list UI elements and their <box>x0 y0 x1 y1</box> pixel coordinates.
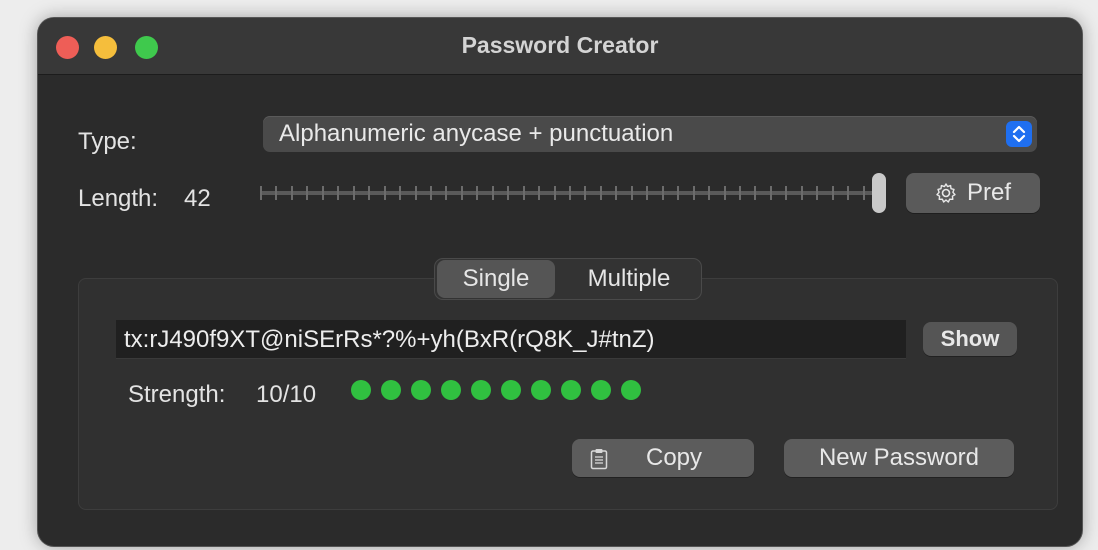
title-bar: Password Creator <box>38 18 1082 75</box>
slider-tick <box>754 186 757 200</box>
slider-tick <box>661 186 664 200</box>
slider-tick <box>399 186 402 200</box>
slider-tick <box>738 186 741 200</box>
slider-tick <box>352 186 355 200</box>
type-select-value: Alphanumeric anycase + punctuation <box>279 120 674 147</box>
slider-tick <box>507 186 510 200</box>
copy-button[interactable]: Copy <box>572 439 754 477</box>
strength-dot <box>471 380 491 400</box>
strength-dot <box>351 380 371 400</box>
slider-tick <box>429 186 432 200</box>
copy-button-label: Copy <box>646 444 703 471</box>
length-slider-ticks <box>260 186 880 200</box>
slider-tick <box>460 186 463 200</box>
strength-label: Strength: <box>128 381 226 408</box>
show-button[interactable]: Show <box>923 322 1017 356</box>
slider-tick <box>368 186 371 200</box>
slider-tick <box>306 186 309 200</box>
strength-dot <box>621 380 641 400</box>
gear-icon <box>936 183 956 203</box>
slider-tick <box>615 186 618 200</box>
slider-tick <box>260 186 262 200</box>
length-slider-knob[interactable] <box>872 173 886 213</box>
password-field[interactable]: tx:rJ490f9XT@niSErRs*?%+yh(BxR(rQ8K_J#tn… <box>116 320 906 359</box>
slider-tick <box>414 186 417 200</box>
slider-tick <box>847 186 850 200</box>
slider-tick <box>522 186 525 200</box>
slider-tick <box>445 186 448 200</box>
password-value: tx:rJ490f9XT@niSErRs*?%+yh(BxR(rQ8K_J#tn… <box>124 326 655 353</box>
pref-button[interactable]: Pref <box>906 173 1040 213</box>
slider-tick <box>383 186 386 200</box>
slider-tick <box>599 186 602 200</box>
tab-single[interactable]: Single <box>437 260 555 298</box>
mode-segmented-control: Single Multiple <box>434 258 702 300</box>
strength-dot <box>531 380 551 400</box>
slider-tick <box>800 186 803 200</box>
strength-dot <box>381 380 401 400</box>
slider-tick <box>337 186 340 200</box>
type-label: Type: <box>78 128 137 155</box>
slider-tick <box>569 186 571 200</box>
slider-tick <box>785 186 788 200</box>
slider-tick <box>862 186 865 200</box>
slider-tick <box>584 186 587 200</box>
pref-button-label: Pref <box>966 179 1011 206</box>
strength-dot <box>561 380 581 400</box>
length-label: Length: <box>78 185 159 212</box>
slider-tick <box>692 186 695 200</box>
slider-tick <box>677 186 680 200</box>
clipboard-icon <box>590 449 608 470</box>
slider-tick <box>816 186 819 200</box>
slider-tick <box>708 186 711 200</box>
slider-tick <box>321 186 324 200</box>
tab-multiple[interactable]: Multiple <box>559 259 699 299</box>
slider-tick <box>723 186 726 200</box>
length-value: 42 <box>184 185 211 212</box>
slider-tick <box>630 186 633 200</box>
slider-tick <box>646 186 649 200</box>
strength-dot <box>441 380 461 400</box>
type-select[interactable]: Alphanumeric anycase + punctuation <box>263 116 1037 152</box>
slider-tick <box>275 186 278 200</box>
slider-tick <box>553 186 556 200</box>
slider-tick <box>769 186 772 200</box>
new-password-button[interactable]: New Password <box>784 439 1014 477</box>
slider-tick <box>538 186 541 200</box>
slider-tick <box>831 186 834 200</box>
chevron-up-down-icon <box>1006 121 1032 147</box>
strength-value: 10/10 <box>256 381 317 408</box>
slider-tick <box>476 186 479 200</box>
strength-dot <box>501 380 521 400</box>
slider-tick <box>491 186 494 200</box>
window-title: Password Creator <box>461 32 659 58</box>
strength-dot <box>411 380 431 400</box>
slider-tick <box>290 186 293 200</box>
password-creator-window: Password Creator Type: Alphanumeric anyc… <box>38 18 1082 546</box>
strength-dot <box>591 380 611 400</box>
